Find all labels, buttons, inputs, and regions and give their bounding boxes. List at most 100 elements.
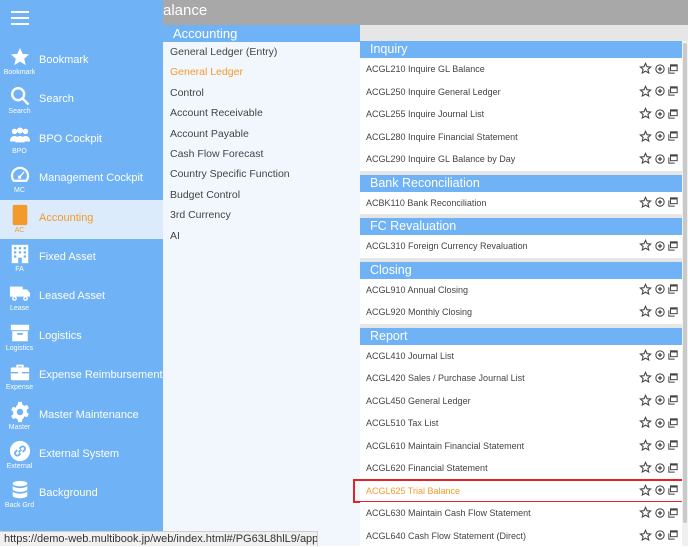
new-window-icon[interactable] [668,241,678,251]
submenu-item[interactable]: Account Receivable [163,103,360,123]
add-circle-icon[interactable] [655,373,665,383]
star-outline-icon[interactable] [639,107,652,120]
add-circle-icon[interactable] [655,131,665,141]
function-row[interactable]: ACGL640 Cash Flow Statement (Direct) [360,525,682,547]
sidebar-item-expense[interactable]: ExpenseExpense Reimbursement [0,357,163,396]
star-outline-icon[interactable] [639,461,652,474]
submenu-item[interactable]: Country Specific Function [163,164,360,184]
submenu-item[interactable]: General Ledger [163,62,360,82]
add-circle-icon[interactable] [655,418,665,428]
new-window-icon[interactable] [668,154,678,164]
sidebar-item-bookmark[interactable]: BookmarkBookmark [0,42,163,81]
function-row[interactable]: ACGL420 Sales / Purchase Journal List [360,367,682,390]
sidebar-item-master[interactable]: MasterMaster Maintenance [0,397,163,436]
submenu-item[interactable]: AI [163,226,360,246]
function-row[interactable]: ACGL920 Monthly Closing [360,301,682,324]
sidebar-item-fa[interactable]: FAFixed Asset [0,239,163,278]
function-row[interactable]: ACGL280 Inquire Financial Statement [360,126,682,149]
function-row[interactable]: ACGL620 Financial Statement [360,457,682,480]
add-circle-icon[interactable] [655,154,665,164]
add-circle-icon[interactable] [655,485,665,495]
hamburger-menu-icon[interactable] [11,11,29,25]
star-outline-icon[interactable] [639,85,652,98]
sidebar-item-ac[interactable]: ACAccounting [0,200,163,239]
new-window-icon[interactable] [668,440,678,450]
submenu-item[interactable]: 3rd Currency [163,205,360,225]
new-window-icon[interactable] [668,86,678,96]
status-bar-url: https://demo-web.multibook.jp/web/index.… [0,531,318,546]
sidebar-item-label: Fixed Asset [39,251,96,263]
function-row[interactable]: ACGL255 Inquire Journal List [360,103,682,126]
add-circle-icon[interactable] [655,197,665,207]
star-outline-icon[interactable] [639,394,652,407]
function-row[interactable]: ACGL910 Annual Closing [360,279,682,302]
submenu-item[interactable]: General Ledger (Entry) [163,42,360,62]
add-circle-icon[interactable] [655,463,665,473]
submenu-item[interactable]: Budget Control [163,185,360,205]
function-row[interactable]: ACGL250 Inquire General Ledger [360,81,682,104]
add-circle-icon[interactable] [655,109,665,119]
star-outline-icon[interactable] [639,416,652,429]
function-row[interactable]: ACGL410 Journal List [360,345,682,368]
function-row[interactable]: ACGL510 Tax List [360,412,682,435]
star-outline-icon[interactable] [639,196,652,209]
new-window-icon[interactable] [668,284,678,294]
sidebar-item-lease[interactable]: LeaseLeased Asset [0,278,163,317]
new-window-icon[interactable] [668,109,678,119]
add-circle-icon[interactable] [655,307,665,317]
sidebar-item-external[interactable]: ExternalExternal System [0,436,163,475]
scrollbar[interactable] [682,41,688,546]
star-outline-icon[interactable] [639,239,652,252]
new-window-icon[interactable] [668,131,678,141]
star-outline-icon[interactable] [639,439,652,452]
star-outline-icon[interactable] [639,371,652,384]
scrollbar-thumb[interactable] [683,43,687,523]
new-window-icon[interactable] [668,197,678,207]
function-row[interactable]: ACGL450 General Ledger [360,390,682,413]
add-circle-icon[interactable] [655,350,665,360]
add-circle-icon[interactable] [655,284,665,294]
star-outline-icon[interactable] [639,529,652,542]
submenu-item[interactable]: Cash Flow Forecast [163,144,360,164]
submenu-item[interactable]: Account Payable [163,124,360,144]
new-window-icon[interactable] [668,307,678,317]
star-outline-icon[interactable] [639,506,652,519]
add-circle-icon[interactable] [655,241,665,251]
star-outline-icon[interactable] [639,484,652,497]
sidebar-item-bpo[interactable]: BPOBPO Cockpit [0,121,163,160]
new-window-icon[interactable] [668,395,678,405]
function-row[interactable]: ACGL610 Maintain Financial Statement [360,435,682,458]
new-window-icon[interactable] [668,485,678,495]
star-outline-icon[interactable] [639,349,652,362]
new-window-icon[interactable] [668,508,678,518]
new-window-icon[interactable] [668,64,678,74]
star-outline-icon[interactable] [639,130,652,143]
function-row[interactable]: ACGL310 Foreign Currency Revaluation [360,235,682,258]
star-outline-icon[interactable] [639,283,652,296]
function-row[interactable]: ACGL210 Inquire GL Balance [360,58,682,81]
add-circle-icon[interactable] [655,64,665,74]
sidebar-item-mc[interactable]: MCManagement Cockpit [0,160,163,199]
star-outline-icon[interactable] [639,62,652,75]
star-outline-icon[interactable] [639,305,652,318]
add-circle-icon[interactable] [655,440,665,450]
new-window-icon[interactable] [668,350,678,360]
function-row[interactable]: ACBK110 Bank Reconciliation [360,192,682,215]
new-window-icon[interactable] [668,418,678,428]
sidebar-item-search[interactable]: SearchSearch [0,81,163,120]
function-row[interactable]: ACGL290 Inquire GL Balance by Day [360,148,682,171]
function-row[interactable]: ACGL625 Trial Balance [360,480,682,503]
new-window-icon[interactable] [668,373,678,383]
add-circle-icon[interactable] [655,530,665,540]
add-circle-icon[interactable] [655,508,665,518]
star-outline-icon[interactable] [639,152,652,165]
add-circle-icon[interactable] [655,395,665,405]
new-window-icon[interactable] [668,463,678,473]
add-circle-icon[interactable] [655,86,665,96]
new-window-icon[interactable] [668,530,678,540]
submenu-item[interactable]: Control [163,83,360,103]
row-actions [639,152,678,165]
function-row[interactable]: ACGL630 Maintain Cash Flow Statement [360,502,682,525]
sidebar-item-logistics[interactable]: LogisticsLogistics [0,318,163,357]
sidebar-item-background[interactable]: Back GrdBackground [0,475,163,514]
